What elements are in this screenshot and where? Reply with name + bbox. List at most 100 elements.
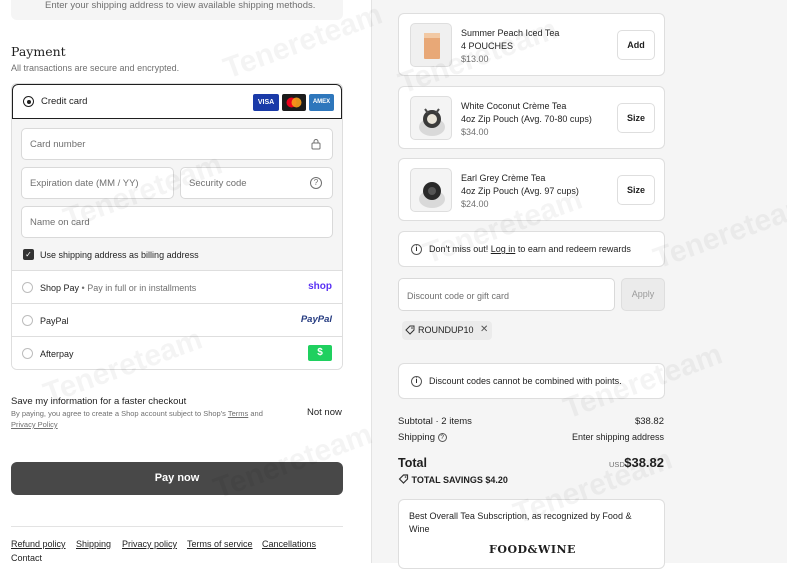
checkout-form-column: Enter your shipping address to view avai… — [0, 0, 371, 563]
shop-pay-label: Shop Pay — [40, 283, 80, 293]
size-button[interactable]: Size — [617, 175, 655, 205]
cart-item: Earl Grey Crème Tea 4oz Zip Pouch (Avg. … — [398, 158, 665, 221]
shipping-policy-link[interactable]: Shipping — [76, 539, 111, 549]
card-number-field[interactable]: Card number — [21, 128, 333, 160]
savings-label: TOTAL SAVINGS — [411, 475, 483, 485]
payment-subtitle: All transactions are secure and encrypte… — [11, 63, 180, 73]
shipping-methods-note: Enter your shipping address to view avai… — [11, 0, 343, 20]
card-number-placeholder: Card number — [30, 139, 86, 150]
subtotal-label: Subtotal · 2 items — [398, 416, 472, 427]
credit-card-label: Credit card — [41, 96, 88, 107]
credit-card-radio[interactable] — [23, 96, 34, 107]
paypal-radio[interactable] — [22, 315, 33, 326]
lock-icon — [310, 138, 322, 150]
white-coconut-thumbnail — [410, 96, 452, 140]
savings-value: $4.20 — [485, 475, 508, 485]
paypal-label: PayPal — [40, 316, 69, 326]
contact-link[interactable]: Contact — [11, 553, 42, 563]
shop-privacy-link[interactable]: Privacy Policy — [11, 420, 58, 429]
shop-pay-option[interactable]: Shop Pay • Pay in full or in installment… — [12, 271, 342, 304]
item-variant: 4oz Zip Pouch (Avg. 97 cups) — [461, 186, 579, 196]
save-info-title: Save my information for a faster checkou… — [11, 396, 187, 407]
help-icon[interactable]: ? — [310, 177, 322, 189]
credit-card-form: Card number Expiration date (MM / YY) Se… — [12, 119, 342, 271]
expiration-placeholder: Expiration date (MM / YY) — [30, 178, 139, 189]
afterpay-logo-icon: $ — [308, 345, 332, 361]
shipping-label-text: Shipping — [398, 432, 435, 443]
afterpay-option[interactable]: Afterpay $ — [12, 337, 342, 369]
mastercard-icon — [282, 94, 306, 111]
afterpay-label: Afterpay — [40, 349, 74, 359]
item-name: White Coconut Crème Tea — [461, 101, 567, 111]
info-icon: i — [411, 244, 422, 255]
paypal-logo-icon: PayPal — [300, 314, 332, 325]
currency-label: USD — [609, 460, 625, 469]
discount-code-label: ROUNDUP10 — [418, 325, 474, 335]
subtotal-value: $38.82 — [634, 416, 664, 427]
paypal-option[interactable]: PayPal PayPal — [12, 304, 342, 337]
shop-terms-link[interactable]: Terms — [228, 409, 248, 418]
security-code-placeholder: Security code — [189, 178, 247, 189]
footer-divider — [11, 526, 343, 527]
promo-text: Best Overall Tea Subscription, as recogn… — [409, 511, 632, 534]
earl-grey-thumbnail — [410, 168, 452, 212]
save-info-and: and — [250, 409, 263, 418]
amex-icon: AMEX — [309, 94, 334, 111]
apply-discount-button[interactable]: Apply — [621, 278, 665, 311]
discount-notice: i Discount codes cannot be combined with… — [398, 363, 665, 399]
shipping-label: Shipping ? — [398, 432, 447, 443]
discount-notice-text: Discount codes cannot be combined with p… — [429, 376, 622, 386]
not-now-button[interactable]: Not now — [307, 407, 342, 418]
save-info-disclaimer: By paying, you agree to create a Shop ac… — [11, 408, 291, 430]
item-variant: 4 POUCHES — [461, 41, 514, 51]
total-label: Total — [398, 456, 427, 470]
help-icon[interactable]: ? — [437, 432, 447, 442]
name-placeholder: Name on card — [30, 217, 90, 228]
item-name: Earl Grey Crème Tea — [461, 173, 546, 183]
remove-discount-icon[interactable]: ✕ — [480, 324, 488, 335]
promo-card: Best Overall Tea Subscription, as recogn… — [398, 499, 665, 569]
discount-placeholder: Discount code or gift card — [407, 291, 510, 301]
shipping-value: Enter shipping address — [571, 432, 664, 442]
shop-pay-sub: • Pay in full or in installments — [81, 283, 197, 293]
rewards-suffix: to earn and redeem rewards — [517, 244, 631, 254]
security-code-field[interactable]: Security code ? — [180, 167, 333, 199]
add-item-button[interactable]: Add — [617, 30, 655, 60]
billing-address-checkbox[interactable]: ✓ — [23, 249, 34, 260]
terms-of-service-link[interactable]: Terms of service — [187, 539, 253, 549]
item-price: $13.00 — [461, 54, 489, 64]
rewards-notice: i Don't miss out! Log in to earn and red… — [398, 231, 665, 267]
name-on-card-field[interactable]: Name on card — [21, 206, 333, 238]
info-icon: i — [411, 376, 422, 387]
visa-icon: VISA — [253, 94, 279, 111]
total-value: $38.82 — [624, 455, 664, 470]
credit-card-option[interactable]: Credit card VISA AMEX — [12, 84, 342, 119]
item-variant: 4oz Zip Pouch (Avg. 70-80 cups) — [461, 114, 592, 124]
save-info-text: By paying, you agree to create a Shop ac… — [11, 409, 226, 418]
discount-code-input[interactable]: Discount code or gift card — [398, 278, 615, 311]
item-price: $24.00 — [461, 199, 489, 209]
expiration-date-field[interactable]: Expiration date (MM / YY) — [21, 167, 174, 199]
item-price: $34.00 — [461, 127, 489, 137]
cancellations-link[interactable]: Cancellations — [262, 539, 316, 549]
savings-icon — [398, 474, 412, 485]
cart-item: White Coconut Crème Tea 4oz Zip Pouch (A… — [398, 86, 665, 149]
order-summary-column: Summer Peach Iced Tea 4 POUCHES $13.00 A… — [371, 0, 787, 569]
refund-policy-link[interactable]: Refund policy — [11, 539, 66, 549]
cart-item: Summer Peach Iced Tea 4 POUCHES $13.00 A… — [398, 13, 665, 76]
log-in-link[interactable]: Log in — [491, 244, 516, 254]
privacy-policy-link[interactable]: Privacy policy — [122, 539, 177, 549]
food-and-wine-logo: FOOD&WINE — [489, 543, 576, 556]
shop-pay-radio[interactable] — [22, 282, 33, 293]
rewards-prefix: Don't miss out! — [429, 244, 489, 254]
item-name: Summer Peach Iced Tea — [461, 28, 560, 38]
billing-address-label: Use shipping address as billing address — [40, 250, 199, 260]
total-savings: TOTAL SAVINGS $4.20 — [398, 474, 508, 485]
size-button[interactable]: Size — [617, 103, 655, 133]
summer-peach-thumbnail — [410, 23, 452, 67]
shop-pay-logo-icon: shop — [308, 281, 332, 292]
afterpay-radio[interactable] — [22, 348, 33, 359]
payment-methods-box: Credit card VISA AMEX Card number Expira… — [11, 83, 343, 370]
pay-now-button[interactable]: Pay now — [11, 462, 343, 495]
payment-heading: Payment — [11, 44, 66, 59]
